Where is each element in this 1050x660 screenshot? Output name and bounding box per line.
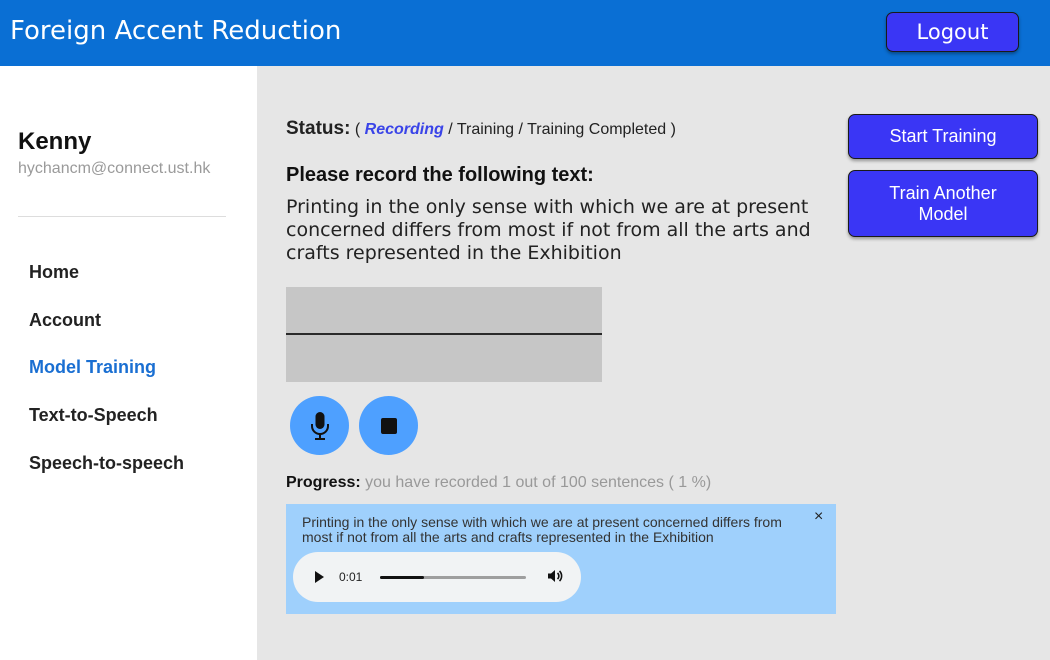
logout-button[interactable]: Logout — [886, 12, 1019, 52]
progress-line: Progress: you have recorded 1 out of 100… — [286, 474, 711, 492]
close-icon[interactable]: × — [814, 508, 823, 526]
app-title: Foreign Accent Reduction — [10, 16, 342, 46]
prompt-title: Please record the following text: — [286, 164, 594, 186]
status-step-completed: Training Completed — [527, 121, 667, 138]
audio-time: 0:01 — [339, 570, 363, 584]
train-another-model-button[interactable]: Train Another Model — [848, 170, 1038, 237]
status-sep: / — [518, 121, 523, 138]
status-close: ) — [670, 121, 676, 138]
audio-seek-bar[interactable] — [380, 576, 526, 579]
play-icon[interactable] — [315, 571, 324, 583]
waveform-display — [286, 287, 602, 382]
sidebar-item-text-to-speech[interactable]: Text-to-Speech — [29, 405, 158, 426]
sidebar-item-home[interactable]: Home — [29, 262, 79, 283]
progress-text: you have recorded 1 out of 100 sentences… — [365, 474, 712, 491]
progress-label: Progress: — [286, 474, 361, 491]
waveform-line — [286, 333, 602, 335]
sidebar: Kenny hychancm@connect.ust.hk Home Accou… — [0, 66, 257, 660]
stop-icon — [380, 417, 397, 434]
sidebar-item-speech-to-speech[interactable]: Speech-to-speech — [29, 453, 184, 474]
status-open: ( — [354, 121, 361, 138]
status-label: Status: — [286, 118, 351, 139]
sentence-to-record: Printing in the only sense with which we… — [286, 196, 811, 264]
microphone-icon — [310, 411, 329, 440]
status-step-training: Training — [456, 121, 515, 138]
audio-player: 0:01 — [293, 552, 581, 602]
recorded-sentence-text: Printing in the only sense with which we… — [302, 514, 782, 545]
status-sep: / — [448, 121, 453, 138]
user-name: Kenny — [18, 128, 92, 155]
user-email: hychancm@connect.ust.hk — [18, 160, 211, 177]
top-bar: Foreign Accent Reduction Logout — [0, 0, 1050, 66]
sidebar-item-model-training[interactable]: Model Training — [29, 357, 156, 378]
recorded-sentence-card: Printing in the only sense with which we… — [286, 504, 836, 614]
record-button[interactable] — [290, 396, 349, 455]
status-line: Status: ( Recording / Training / Trainin… — [286, 118, 676, 140]
sidebar-item-account[interactable]: Account — [29, 310, 101, 331]
stop-button[interactable] — [359, 396, 418, 455]
audio-seek-progress — [380, 576, 424, 579]
volume-icon[interactable] — [547, 568, 563, 584]
status-current-step: Recording — [364, 121, 444, 138]
start-training-button[interactable]: Start Training — [848, 114, 1038, 159]
sidebar-divider — [18, 216, 226, 217]
